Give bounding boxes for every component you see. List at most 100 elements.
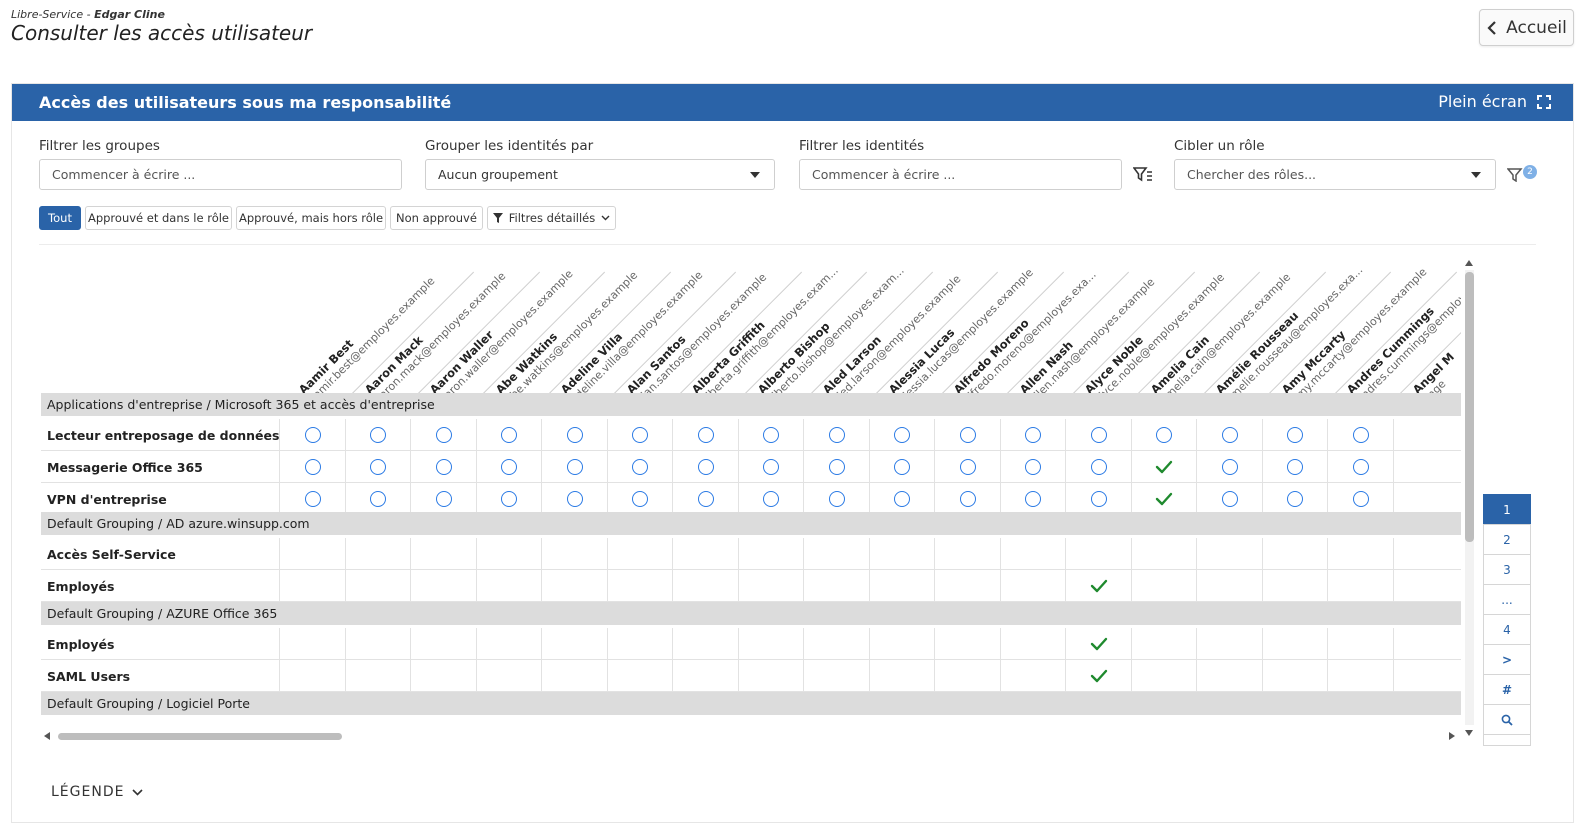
access-cell[interactable] xyxy=(1065,660,1131,692)
access-cell[interactable] xyxy=(672,483,738,515)
access-cell[interactable] xyxy=(541,451,607,483)
access-cell[interactable] xyxy=(1327,628,1393,660)
access-cell[interactable] xyxy=(868,419,935,451)
access-cell[interactable] xyxy=(934,419,1000,451)
access-cell[interactable] xyxy=(737,628,804,660)
access-cell[interactable] xyxy=(737,570,804,602)
access-cell[interactable] xyxy=(475,628,542,660)
access-cell[interactable] xyxy=(1065,570,1131,602)
access-cell[interactable] xyxy=(1065,419,1131,451)
access-cell[interactable] xyxy=(737,538,804,570)
access-cell[interactable] xyxy=(606,483,673,515)
access-cell[interactable] xyxy=(737,451,804,483)
access-cell[interactable] xyxy=(606,451,673,483)
access-cell[interactable] xyxy=(279,451,345,483)
access-cell[interactable] xyxy=(1065,483,1131,515)
access-cell[interactable] xyxy=(672,451,738,483)
access-cell[interactable] xyxy=(606,570,673,602)
scroll-left-icon[interactable] xyxy=(44,732,50,740)
access-cell[interactable] xyxy=(803,483,869,515)
access-cell[interactable] xyxy=(1327,451,1393,483)
access-cell[interactable] xyxy=(279,570,345,602)
access-cell[interactable] xyxy=(475,660,542,692)
access-cell[interactable] xyxy=(1196,538,1262,570)
access-cell[interactable] xyxy=(1196,628,1262,660)
access-cell[interactable] xyxy=(344,451,411,483)
access-cell[interactable] xyxy=(1392,538,1459,570)
page-button[interactable]: 1 xyxy=(1483,494,1531,525)
access-cell[interactable] xyxy=(934,628,1000,660)
access-cell[interactable] xyxy=(1130,570,1197,602)
access-cell[interactable] xyxy=(1196,419,1262,451)
access-cell[interactable] xyxy=(934,570,1000,602)
access-cell[interactable] xyxy=(868,483,935,515)
home-button[interactable]: Accueil xyxy=(1479,9,1574,46)
scroll-up-icon[interactable] xyxy=(1465,260,1473,266)
page-button[interactable]: # xyxy=(1483,674,1531,705)
access-cell[interactable] xyxy=(410,538,476,570)
page-button[interactable]: 2 xyxy=(1483,524,1531,555)
access-cell[interactable] xyxy=(1065,538,1131,570)
access-cell[interactable] xyxy=(344,419,411,451)
page-button[interactable]: > xyxy=(1483,644,1531,675)
access-cell[interactable] xyxy=(737,419,804,451)
access-cell[interactable] xyxy=(279,538,345,570)
access-cell[interactable] xyxy=(737,660,804,692)
access-cell[interactable] xyxy=(999,570,1066,602)
access-cell[interactable] xyxy=(344,660,411,692)
access-cell[interactable] xyxy=(803,660,869,692)
access-cell[interactable] xyxy=(672,419,738,451)
access-cell[interactable] xyxy=(934,660,1000,692)
access-cell[interactable] xyxy=(279,660,345,692)
access-cell[interactable] xyxy=(475,451,542,483)
access-cell[interactable] xyxy=(868,660,935,692)
access-cell[interactable] xyxy=(279,628,345,660)
page-button[interactable]: ... xyxy=(1483,584,1531,615)
access-cell[interactable] xyxy=(1130,660,1197,692)
access-cell[interactable] xyxy=(279,419,345,451)
pill-approved-out-role[interactable]: Approuvé, mais hors rôle xyxy=(236,206,386,230)
vertical-scrollbar[interactable] xyxy=(1464,256,1475,739)
access-cell[interactable] xyxy=(1196,660,1262,692)
access-cell[interactable] xyxy=(606,538,673,570)
access-cell[interactable] xyxy=(410,660,476,692)
access-cell[interactable] xyxy=(344,483,411,515)
access-cell[interactable] xyxy=(1327,419,1393,451)
access-cell[interactable] xyxy=(868,570,935,602)
access-cell[interactable] xyxy=(606,660,673,692)
access-cell[interactable] xyxy=(803,538,869,570)
grouping-select[interactable]: Aucun groupement xyxy=(425,159,775,190)
access-cell[interactable] xyxy=(410,451,476,483)
access-cell[interactable] xyxy=(803,419,869,451)
access-cell[interactable] xyxy=(999,483,1066,515)
access-cell[interactable] xyxy=(1261,628,1328,660)
access-cell[interactable] xyxy=(410,628,476,660)
access-cell[interactable] xyxy=(934,483,1000,515)
access-cell[interactable] xyxy=(672,538,738,570)
filter-list-icon[interactable] xyxy=(1133,166,1153,183)
pill-not-approved[interactable]: Non approuvé xyxy=(390,206,483,230)
access-cell[interactable] xyxy=(606,628,673,660)
access-cell[interactable] xyxy=(1327,538,1393,570)
access-cell[interactable] xyxy=(1261,570,1328,602)
access-cell[interactable] xyxy=(672,570,738,602)
page-button[interactable]: 4 xyxy=(1483,614,1531,645)
access-cell[interactable] xyxy=(1261,483,1328,515)
access-cell[interactable] xyxy=(803,570,869,602)
page-button[interactable]: 3 xyxy=(1483,554,1531,585)
access-cell[interactable] xyxy=(541,660,607,692)
access-cell[interactable] xyxy=(803,628,869,660)
access-cell[interactable] xyxy=(1261,538,1328,570)
access-cell[interactable] xyxy=(803,451,869,483)
horizontal-scrollbar[interactable] xyxy=(41,730,1464,742)
access-cell[interactable] xyxy=(1392,483,1459,515)
access-cell[interactable] xyxy=(1130,483,1197,515)
access-cell[interactable] xyxy=(1261,419,1328,451)
access-cell[interactable] xyxy=(410,570,476,602)
access-cell[interactable] xyxy=(475,483,542,515)
access-cell[interactable] xyxy=(279,483,345,515)
pill-all[interactable]: Tout xyxy=(39,206,81,230)
access-cell[interactable] xyxy=(1130,538,1197,570)
filter-groups-input[interactable]: Commencer à écrire ... xyxy=(39,159,402,190)
access-cell[interactable] xyxy=(541,483,607,515)
